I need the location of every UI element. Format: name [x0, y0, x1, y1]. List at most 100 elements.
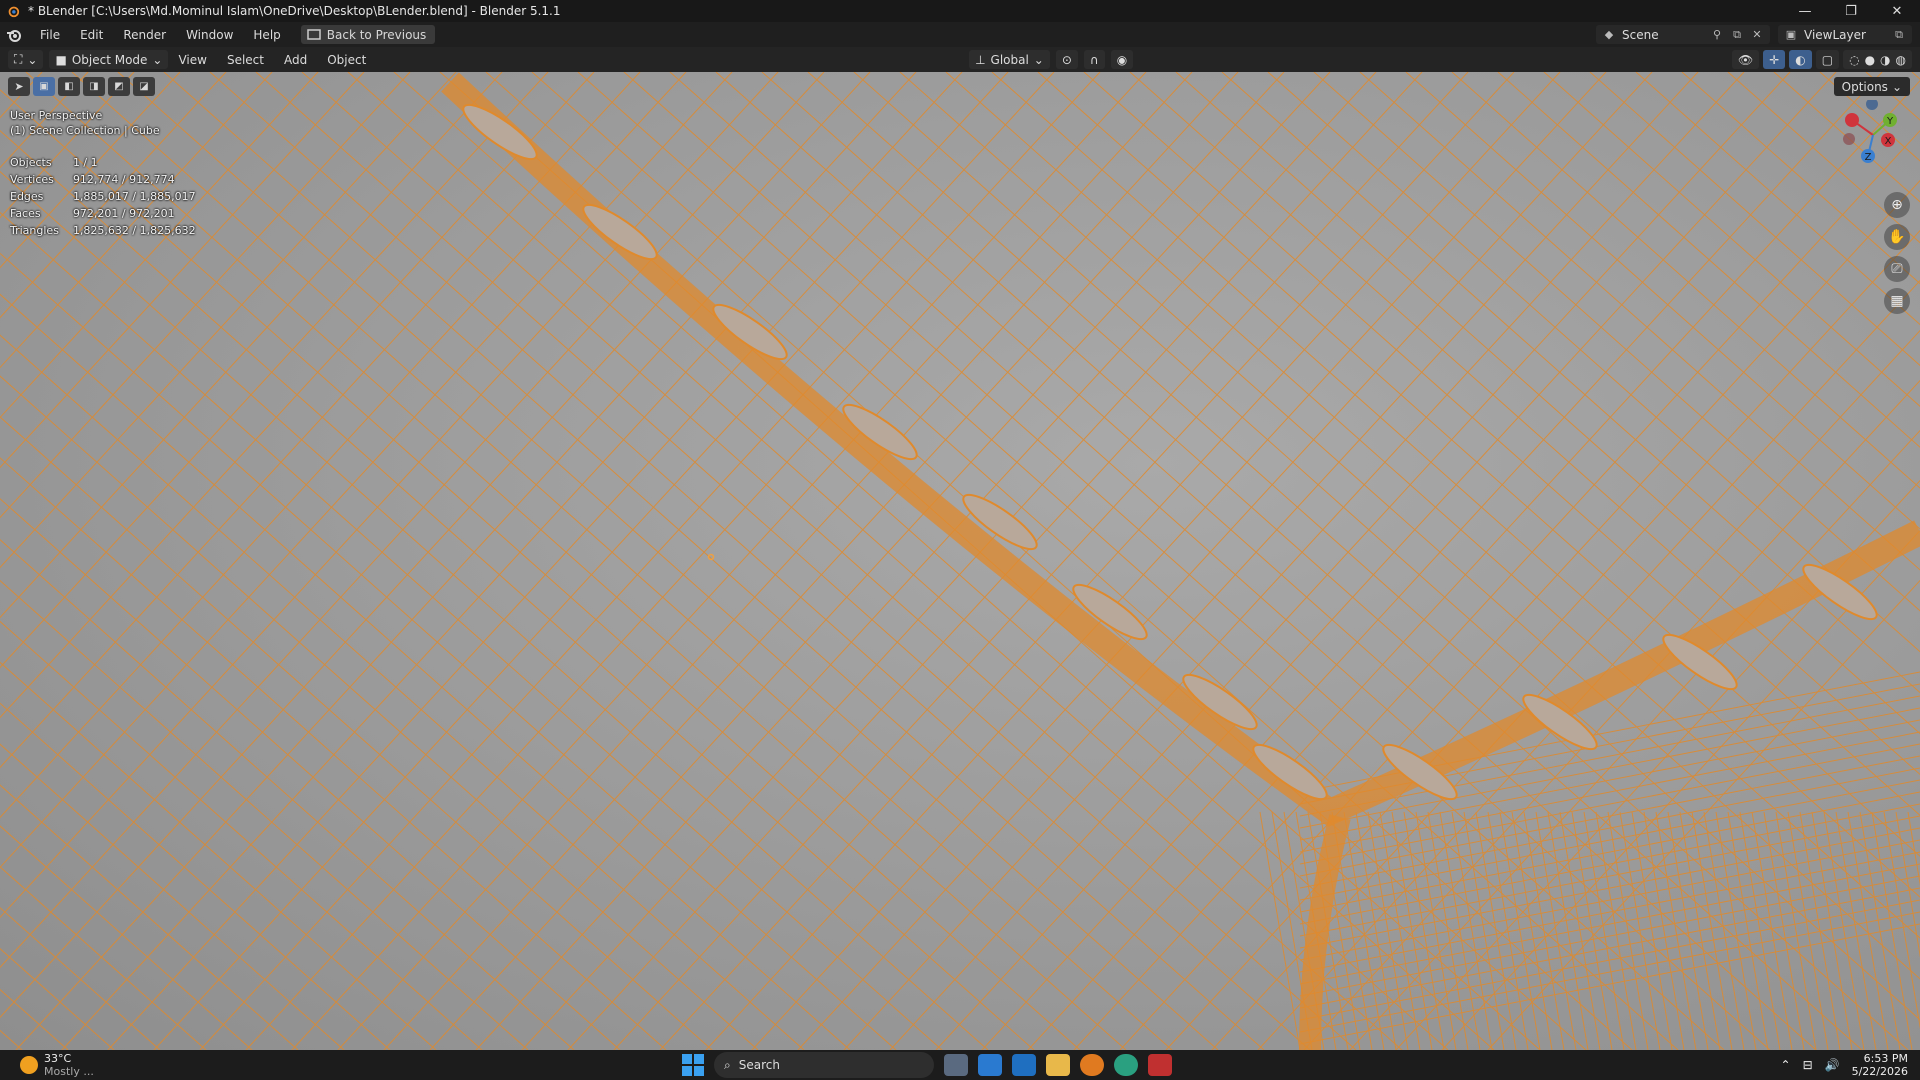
- magnet-icon: ∩: [1089, 52, 1099, 67]
- blender-taskbar-icon[interactable]: [1080, 1054, 1104, 1076]
- viewport-info: User Perspective (1) Scene Collection | …: [10, 108, 160, 138]
- camera-icon[interactable]: ⎚: [1884, 256, 1910, 282]
- 3d-viewport[interactable]: ➤ ▣ ◧ ◨ ◩ ◪ User Perspective (1) Scene C…: [0, 72, 1920, 1050]
- xray-toggle[interactable]: ▢: [1815, 50, 1840, 69]
- window-title: * BLender [C:\Users\Md.Mominul Islam\One…: [28, 4, 561, 18]
- stats-value: 1,825,632 / 1,825,632: [72, 224, 196, 237]
- stats-value: 1,885,017 / 1,885,017: [72, 190, 196, 203]
- stats-label: Triangles: [10, 224, 59, 237]
- back-to-previous-button[interactable]: Back to Previous: [300, 25, 436, 44]
- search-placeholder: Search: [738, 1058, 780, 1072]
- select-intersect-icon: ◪: [139, 81, 149, 92]
- select-subtract-button[interactable]: ◨: [83, 77, 105, 96]
- system-tray: ⌃ ⊟ 🔊 6:53 PM 5/22/2026: [1781, 1050, 1908, 1080]
- select-intersect-button[interactable]: ◪: [133, 77, 155, 96]
- menu-edit[interactable]: Edit: [70, 28, 113, 42]
- gizmo-icon: ✛: [1769, 52, 1780, 67]
- menu-render[interactable]: Render: [113, 28, 176, 42]
- view-layer-name[interactable]: ViewLayer: [1804, 28, 1886, 42]
- stats-row: Vertices 912,774 / 912,774: [10, 171, 210, 188]
- tweak-tool-button[interactable]: ➤: [8, 77, 30, 96]
- wireframe-shading-icon[interactable]: ◌: [1849, 53, 1859, 67]
- viewport-menu-object[interactable]: Object: [317, 53, 376, 67]
- viewport-menu-view[interactable]: View: [168, 53, 216, 67]
- zoom-icon[interactable]: ⊕: [1884, 192, 1910, 218]
- viewport-header: ⛶ ⌄ ■ Object Mode ⌄ View Select Add Objec…: [0, 47, 1920, 72]
- select-box-icon: ▣: [39, 81, 49, 92]
- delete-scene-icon[interactable]: ✕: [1750, 28, 1764, 42]
- viewport-nav-buttons: ⊕ ✋ ⎚ ▦: [1884, 192, 1910, 314]
- app-icon[interactable]: [1148, 1054, 1172, 1076]
- maximize-button[interactable]: ❐: [1828, 0, 1874, 22]
- proportional-edit-toggle[interactable]: ◉: [1110, 50, 1134, 69]
- outlook-icon[interactable]: [1012, 1054, 1036, 1076]
- top-menubar: File Edit Render Window Help Back to Pre…: [0, 22, 1920, 47]
- chevron-down-icon: ⌄: [152, 52, 163, 67]
- gizmo-toggle[interactable]: ✛: [1763, 50, 1786, 69]
- gizmo-z-label: Z: [1865, 152, 1872, 163]
- menu-file[interactable]: File: [30, 28, 70, 42]
- close-button[interactable]: ✕: [1874, 0, 1920, 22]
- chevron-up-icon[interactable]: ⌃: [1781, 1058, 1791, 1072]
- pivot-point-dropdown[interactable]: ⊙: [1055, 50, 1078, 69]
- task-view-icon[interactable]: [944, 1054, 968, 1076]
- select-invert-button[interactable]: ◩: [108, 77, 130, 96]
- viewport-options-button[interactable]: Options ⌄: [1833, 77, 1910, 96]
- blender-app-icon: [8, 6, 20, 18]
- navigation-gizmo[interactable]: X Y Z: [1838, 100, 1908, 170]
- gizmo-y-neg[interactable]: [1845, 113, 1859, 127]
- eye-icon: 👁: [1737, 52, 1754, 67]
- xray-icon: ▢: [1821, 52, 1834, 67]
- file-explorer-icon[interactable]: [1046, 1054, 1070, 1076]
- editor-type-icon: ⛶: [14, 52, 23, 66]
- clock-date: 5/22/2026: [1851, 1065, 1908, 1078]
- visibility-dropdown[interactable]: 👁: [1731, 50, 1760, 69]
- minimize-button[interactable]: —: [1782, 0, 1828, 22]
- scene-name[interactable]: Scene: [1622, 28, 1704, 42]
- transform-orientation-dropdown[interactable]: ⊥ Global ⌄: [969, 50, 1050, 69]
- mode-dropdown[interactable]: ■ Object Mode ⌄: [49, 50, 169, 69]
- gizmo-y-label: Y: [1886, 116, 1894, 127]
- gizmo-z-neg[interactable]: [1866, 100, 1878, 110]
- menu-window[interactable]: Window: [176, 28, 243, 42]
- volume-icon[interactable]: 🔊: [1825, 1058, 1840, 1072]
- overlay-toggle[interactable]: ◐: [1789, 50, 1812, 69]
- rendered-shading-icon[interactable]: ◍: [1896, 53, 1906, 67]
- scene-selector[interactable]: ◆ Scene ⚲ ⧉ ✕: [1596, 25, 1770, 44]
- stats-value: 1 / 1: [72, 156, 98, 169]
- store-icon[interactable]: [978, 1054, 1002, 1076]
- new-view-layer-icon[interactable]: ⧉: [1892, 28, 1906, 42]
- active-collection-label: (1) Scene Collection | Cube: [10, 124, 160, 137]
- menu-help[interactable]: Help: [243, 28, 290, 42]
- wireframe-mesh: [0, 72, 1920, 1050]
- new-scene-icon[interactable]: ⧉: [1730, 28, 1744, 42]
- view-layer-selector[interactable]: ▣ ViewLayer ⧉: [1778, 25, 1912, 44]
- clock[interactable]: 6:53 PM 5/22/2026: [1852, 1052, 1908, 1078]
- pin-icon[interactable]: ⚲: [1710, 28, 1724, 42]
- edge-icon[interactable]: [1114, 1054, 1138, 1076]
- snap-toggle[interactable]: ∩: [1083, 50, 1105, 69]
- orientation-label: Global: [990, 52, 1029, 67]
- viewport-menu-add[interactable]: Add: [274, 53, 317, 67]
- select-extend-button[interactable]: ◧: [58, 77, 80, 96]
- scene-icon: ◆: [1604, 28, 1614, 41]
- pan-hand-icon[interactable]: ✋: [1884, 224, 1910, 250]
- select-new-button[interactable]: ▣: [33, 77, 55, 96]
- grid-perspective-icon[interactable]: ▦: [1884, 288, 1910, 314]
- material-shading-icon[interactable]: ◑: [1880, 53, 1890, 67]
- shading-mode-group[interactable]: ◌ ● ◑ ◍: [1843, 50, 1913, 69]
- weather-widget[interactable]: 33°C Mostly ...: [20, 1052, 320, 1078]
- solid-shading-icon[interactable]: ●: [1865, 53, 1875, 67]
- select-invert-icon: ◩: [114, 81, 124, 92]
- windows-start-icon[interactable]: [682, 1054, 704, 1076]
- view-perspective-label: User Perspective: [10, 109, 103, 122]
- viewport-menu-select[interactable]: Select: [217, 53, 274, 67]
- editor-type-dropdown[interactable]: ⛶ ⌄: [8, 50, 44, 69]
- taskbar-search[interactable]: ⌕ Search: [714, 1052, 934, 1078]
- stats-row: Faces 972,201 / 972,201: [10, 205, 210, 222]
- blender-logo-icon[interactable]: [6, 27, 22, 43]
- orientation-icon: ⊥: [975, 52, 986, 67]
- network-icon[interactable]: ⊟: [1803, 1058, 1813, 1072]
- gizmo-x-neg[interactable]: [1843, 133, 1855, 145]
- chevron-down-icon: ⌄: [27, 52, 38, 67]
